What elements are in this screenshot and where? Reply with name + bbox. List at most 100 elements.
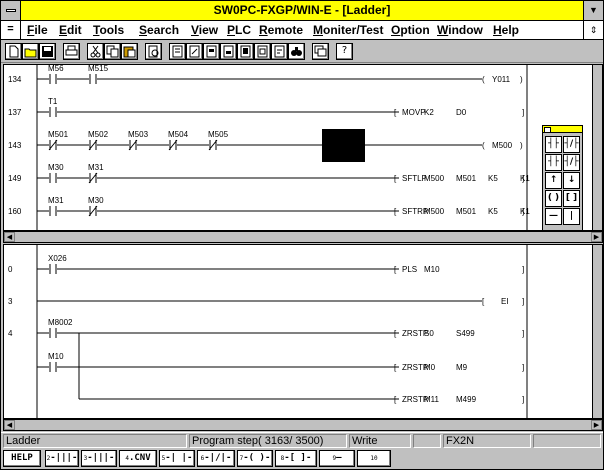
- instruction-operand: M10: [424, 265, 440, 274]
- palette-title-bar[interactable]: [543, 126, 582, 133]
- instruction-operand: S499: [456, 329, 475, 338]
- function-key-9[interactable]: 9—: [319, 450, 355, 467]
- instruction-operand: K2: [424, 108, 434, 117]
- menu-tools[interactable]: Tools: [93, 23, 124, 37]
- horizontal-scrollbar-upper[interactable]: ◀ ▶: [3, 231, 603, 243]
- menu-option[interactable]: Option: [391, 23, 430, 37]
- menu-edit[interactable]: Edit: [59, 23, 82, 37]
- instr-bracket-right: ]: [522, 207, 524, 216]
- selection-cursor: [322, 129, 365, 162]
- ladder-pane-lower[interactable]: 0 X026[PLS M10] 3[EI] 4 M8002 M10[ZRSTP S0 S499]…: [3, 244, 603, 419]
- step-number: 134: [8, 75, 22, 84]
- print-preview-icon[interactable]: [145, 43, 162, 60]
- page-icon-2[interactable]: [186, 43, 203, 60]
- horizontal-scrollbar-lower[interactable]: ◀ ▶: [3, 419, 603, 431]
- window-icon[interactable]: [312, 43, 329, 60]
- function-key-6[interactable]: 6-|/|-: [197, 450, 235, 467]
- function-key-1[interactable]: HELP: [3, 450, 41, 467]
- status-blank-2: [533, 434, 601, 448]
- step-number: 137: [8, 108, 22, 117]
- page-icon-3[interactable]: [203, 43, 220, 60]
- menu-plc[interactable]: PLC: [227, 23, 251, 37]
- instruction-operand: M500: [424, 174, 445, 183]
- menu-help[interactable]: Help: [493, 23, 519, 37]
- instruction-palette[interactable]: ┤├ ┤/├ ┤├ ┤/├ ↑ ↓ ( ) [ ] — |: [542, 125, 583, 231]
- palette-function-icon[interactable]: [ ]: [563, 190, 580, 207]
- page-icon-5[interactable]: [237, 43, 254, 60]
- restore-icon[interactable]: ⇕: [583, 21, 603, 39]
- menu-search[interactable]: Search: [139, 23, 179, 37]
- palette-hline-icon[interactable]: —: [545, 208, 562, 225]
- function-key-label: .CNV: [128, 453, 151, 463]
- window-title: SW0PC-FXGP/WIN-E - [Ladder]: [213, 3, 391, 17]
- scroll-left-icon[interactable]: ◀: [4, 232, 15, 242]
- palette-vline-icon[interactable]: |: [563, 208, 580, 225]
- palette-parallel-no-icon[interactable]: ┤├: [545, 154, 562, 171]
- page-icon-7[interactable]: [271, 43, 288, 60]
- palette-parallel-nc-icon[interactable]: ┤/├: [563, 154, 580, 171]
- palette-contact-nc-icon[interactable]: ┤/├: [563, 136, 580, 153]
- function-key-10[interactable]: 10: [357, 450, 391, 467]
- scroll-left-icon[interactable]: ◀: [4, 420, 15, 430]
- menu-remote[interactable]: Remote: [259, 23, 303, 37]
- function-key-number: 10: [370, 455, 378, 462]
- menu-view[interactable]: View: [191, 23, 218, 37]
- cut-icon[interactable]: [87, 43, 104, 60]
- instr-bracket-right: ]: [522, 329, 524, 338]
- function-key-7[interactable]: 7-( )-: [237, 450, 273, 467]
- instr-bracket-right: ]: [522, 395, 524, 404]
- contact-label: M515: [88, 65, 109, 73]
- function-key-label: -|||-: [50, 453, 78, 463]
- page-icon-1[interactable]: [169, 43, 186, 60]
- coil-right: ): [520, 75, 523, 84]
- function-key-2[interactable]: 2-|||-: [45, 450, 79, 467]
- page-icon-6[interactable]: [254, 43, 271, 60]
- scroll-right-icon[interactable]: ▶: [591, 420, 602, 430]
- ladder-pane-upper[interactable]: 134 M56 M515(Y011) 137 T1[MOVP K2 D0] 143 M501 M5…: [3, 64, 603, 231]
- title-bar[interactable]: SW0PC-FXGP/WIN-E - [Ladder] ▼: [1, 1, 603, 21]
- status-blank: [413, 434, 441, 448]
- new-icon[interactable]: [5, 43, 22, 60]
- system-menu-button[interactable]: [1, 1, 21, 20]
- palette-pulse-fall-icon[interactable]: ↓: [563, 172, 580, 189]
- paste-icon[interactable]: [121, 43, 138, 60]
- minimize-icon[interactable]: ▼: [583, 1, 603, 20]
- menu-window[interactable]: Window: [437, 23, 483, 37]
- palette-coil-icon[interactable]: ( ): [545, 190, 562, 207]
- function-key-5[interactable]: 5-| |-: [159, 450, 195, 467]
- function-key-4[interactable]: 4.CNV: [119, 450, 157, 467]
- scroll-right-icon[interactable]: ▶: [591, 232, 602, 242]
- instr-bracket-left: [: [482, 297, 485, 306]
- coil-left: (: [482, 75, 485, 84]
- function-key-bar: HELP 2-|||- 3-|||- 4.CNV 5-| |- 6-|/|- 7-( )- 8…: [1, 449, 603, 469]
- help-icon[interactable]: ?: [336, 43, 353, 60]
- function-key-label: -|/|-: [204, 453, 232, 463]
- instruction-operand: S0: [424, 329, 434, 338]
- function-key-3[interactable]: 3-|||-: [81, 450, 117, 467]
- vertical-scrollbar-lower[interactable]: [592, 245, 602, 418]
- print-icon[interactable]: [63, 43, 80, 60]
- page-icon-4[interactable]: [220, 43, 237, 60]
- instruction-operand: EI: [501, 297, 509, 306]
- instruction-operand: D0: [456, 108, 467, 117]
- copy-icon[interactable]: [104, 43, 121, 60]
- function-key-8[interactable]: 8-[ ]-: [275, 450, 317, 467]
- find-icon[interactable]: [288, 43, 305, 60]
- instruction-operand: M500: [424, 207, 445, 216]
- menu-moniter-test[interactable]: Moniter/Test: [313, 23, 383, 37]
- palette-contact-no-icon[interactable]: ┤├: [545, 136, 562, 153]
- contact-label: T1: [48, 97, 58, 106]
- open-icon[interactable]: [22, 43, 39, 60]
- function-key-label: -[ ]-: [284, 453, 312, 463]
- vertical-scrollbar-upper[interactable]: [592, 65, 602, 230]
- contact-label: M31: [88, 163, 104, 172]
- document-system-menu-button[interactable]: =: [1, 21, 21, 39]
- contact-label: M10: [48, 352, 64, 361]
- toolbar: ?: [1, 41, 603, 63]
- palette-pulse-rise-icon[interactable]: ↑: [545, 172, 562, 189]
- menu-file[interactable]: File: [27, 23, 48, 37]
- coil-label: M500: [492, 141, 513, 150]
- menu-bar: = File Edit Tools Search View PLC Remote…: [1, 21, 603, 40]
- step-number: 4: [8, 329, 13, 338]
- save-icon[interactable]: [39, 43, 56, 60]
